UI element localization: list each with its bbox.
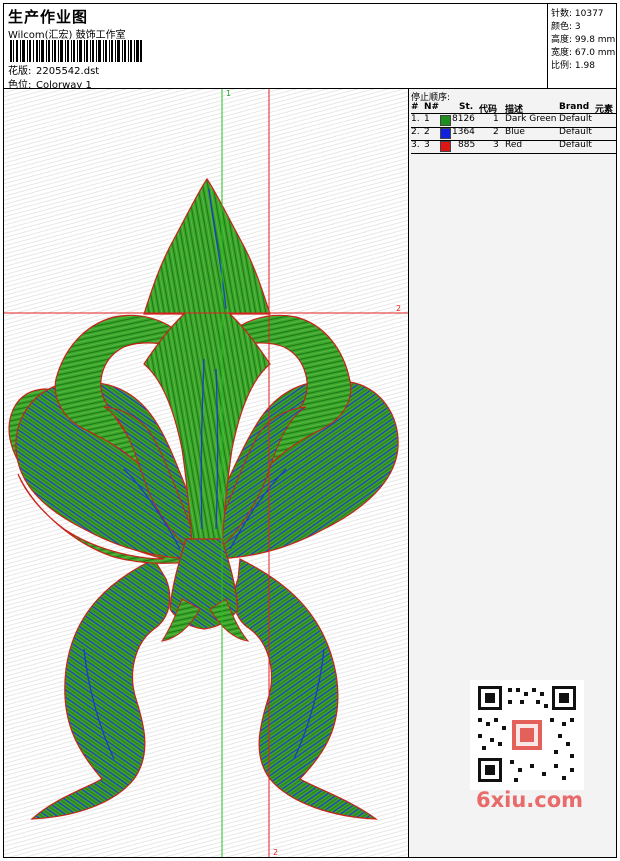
col-brand: Brand — [559, 102, 590, 112]
guide-label-horizontal: 2 — [396, 304, 401, 313]
guide-label-green: 1 — [226, 89, 231, 98]
col-n: N# — [424, 102, 440, 112]
color-count: 颜色: 3 — [551, 22, 581, 32]
col-stitches: St. — [459, 102, 474, 112]
design-file-line: 花版: 2205542.dst — [8, 62, 99, 77]
qr-code — [470, 680, 584, 790]
thread-color-swatch — [440, 115, 451, 126]
header: 生产作业图 Wilcom(汇宏) 鼓饰工作室 花版: 2205542.dst 色… — [4, 4, 547, 91]
barcode — [10, 40, 142, 62]
stitch-count: 针数: 10377 — [551, 9, 604, 19]
thread-row[interactable]: 2. 2 1364 2 Blue Default — [411, 127, 616, 141]
lower-right-tendril — [233, 558, 378, 820]
thread-row[interactable]: 3. 3 885 3 Red Default — [411, 140, 616, 154]
page-title: 生产作业图 — [8, 8, 89, 26]
thread-color-swatch — [440, 141, 451, 152]
thread-color-swatch — [440, 128, 451, 139]
lower-left-tendril — [30, 558, 171, 820]
embroidery-preview-canvas[interactable]: 1 2 2 — [4, 89, 408, 857]
design-width: 宽度: 67.0 mm — [551, 48, 616, 58]
design-label: 花版: — [8, 66, 32, 77]
scale-ratio: 比例: 1.98 — [551, 61, 595, 71]
design-specs: 针数: 10377 颜色: 3 高度: 99.8 mm 宽度: 67.0 mm … — [547, 4, 617, 88]
design-height: 高度: 99.8 mm — [551, 35, 616, 45]
company-name: Wilcom(汇宏) 鼓饰工作室 — [8, 30, 126, 41]
watermark-logo: 6xiu.com — [476, 788, 584, 812]
thread-row[interactable]: 1. 1 8126 1 Dark Green Default — [411, 114, 616, 128]
col-hash: # — [411, 102, 419, 112]
embroidery-design: 1 2 2 — [4, 89, 408, 857]
guide-label-vertical-red: 2 — [273, 848, 278, 857]
